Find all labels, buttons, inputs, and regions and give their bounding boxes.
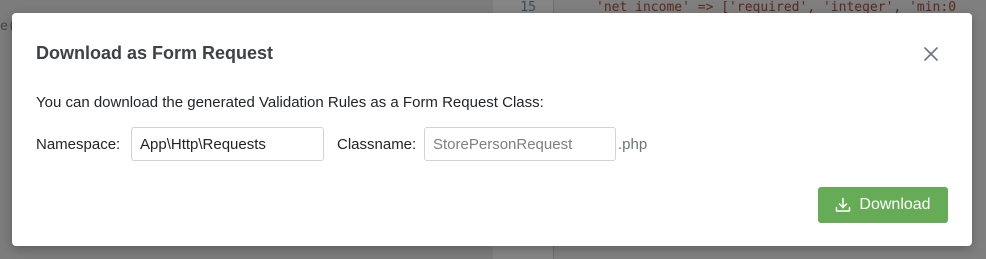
download-form-request-modal: Download as Form Request You can downloa… (12, 13, 972, 246)
namespace-label: Namespace: (36, 136, 121, 153)
modal-title: Download as Form Request (36, 43, 274, 63)
namespace-input[interactable] (131, 127, 324, 161)
close-button[interactable] (920, 43, 942, 65)
download-icon (836, 197, 851, 212)
download-button[interactable]: Download (818, 187, 948, 223)
classname-label: Classname: (337, 136, 417, 153)
modal-description: You can download the generated Validatio… (36, 94, 544, 111)
classname-input[interactable] (424, 127, 616, 161)
close-icon (924, 47, 938, 61)
download-button-label: Download (859, 196, 931, 213)
file-extension-suffix: .php (618, 136, 648, 153)
